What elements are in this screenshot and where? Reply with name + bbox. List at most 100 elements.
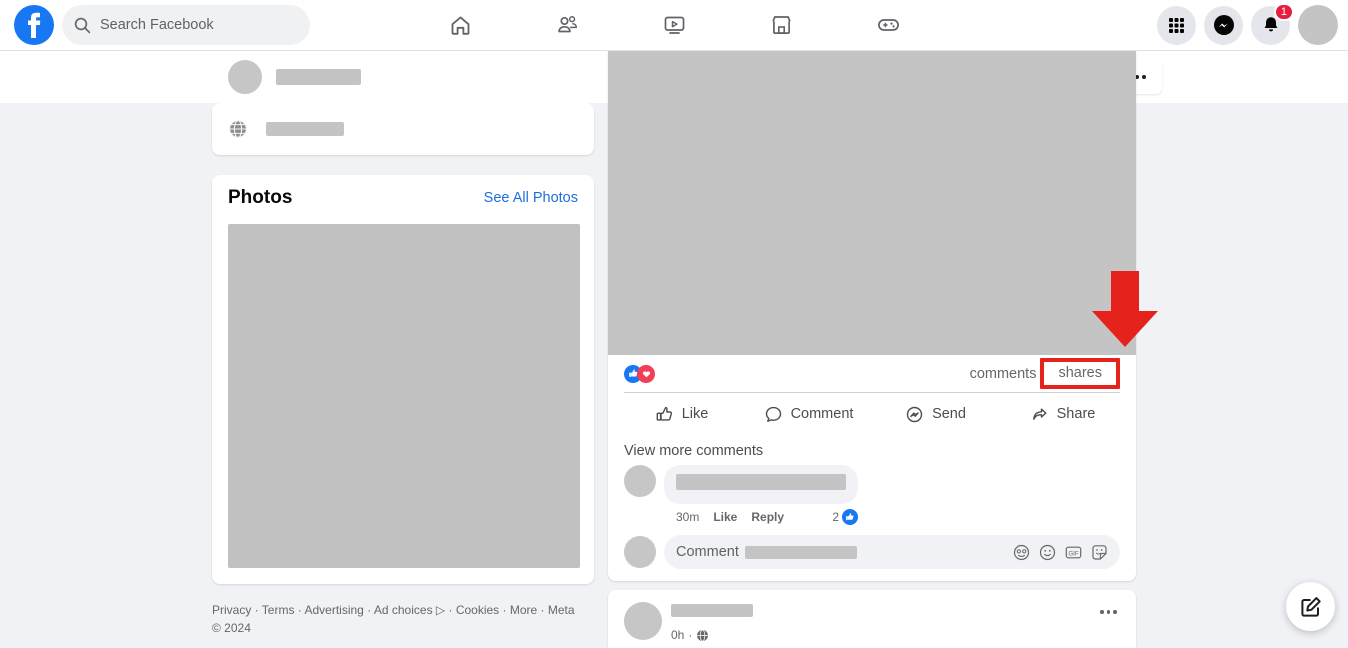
intro-card <box>212 103 594 155</box>
menu-grid-button[interactable] <box>1157 5 1196 45</box>
comment-button[interactable]: Comment <box>745 397 872 431</box>
profile-avatar[interactable] <box>228 60 262 94</box>
messenger-icon <box>1213 15 1234 35</box>
messenger-button[interactable] <box>1204 5 1243 45</box>
footer-link-more[interactable]: More <box>510 603 537 617</box>
comments-count-label[interactable]: comments <box>970 366 1037 382</box>
composer-avatar[interactable] <box>624 536 656 568</box>
next-post-header: 0h · <box>671 602 753 642</box>
photos-grid-placeholder[interactable] <box>228 224 580 568</box>
next-post-meta: 0h · <box>671 628 753 642</box>
photos-card: Photos See All Photos <box>212 175 594 584</box>
comment-author-avatar[interactable] <box>624 465 656 497</box>
next-post-timestamp[interactable]: 0h <box>671 628 684 642</box>
post-counts: comments shares <box>970 358 1120 389</box>
compose-icon <box>1300 596 1321 617</box>
footer-link-privacy[interactable]: Privacy <box>212 603 251 617</box>
comment-meta: 30m Like Reply 2 <box>664 509 858 525</box>
down-arrow-annotation <box>1092 271 1158 347</box>
search-placeholder: Search Facebook <box>100 17 214 33</box>
left-sidebar-column: Photos See All Photos Privacy · Terms · … <box>212 103 594 637</box>
search-input[interactable]: Search Facebook <box>62 5 310 45</box>
compose-button[interactable] <box>1286 582 1335 631</box>
send-icon <box>906 406 923 422</box>
footer-link-cookies[interactable]: Cookies <box>456 603 499 617</box>
nav-marketplace[interactable] <box>728 2 835 49</box>
share-arrow-icon <box>1032 408 1047 420</box>
account-controls: 1 <box>1157 2 1338 45</box>
post-card: comments shares Like Comment Send Share … <box>608 51 1136 581</box>
friends-icon <box>557 16 577 33</box>
comment-item: 30m Like Reply 2 <box>624 465 1120 525</box>
like-button[interactable]: Like <box>618 397 745 431</box>
composer-icon-group: GIF <box>1013 544 1108 561</box>
post-stats-row: comments shares <box>608 355 1136 392</box>
gif-icon[interactable]: GIF <box>1065 544 1082 561</box>
comment-text-redacted <box>676 474 846 490</box>
emoji-avatar-icon[interactable] <box>1013 544 1030 561</box>
like-reaction-icon <box>842 509 858 525</box>
home-icon <box>451 16 469 35</box>
comment-bubble-icon <box>765 406 781 422</box>
thumbs-up-icon <box>656 406 672 421</box>
footer-link-advertising[interactable]: Advertising <box>304 603 363 617</box>
site-footer-links: Privacy · Terms · Advertising · Ad choic… <box>212 603 575 635</box>
comment-timestamp: 30m <box>676 510 700 524</box>
comments-section: View more comments 30m Like Reply 2 <box>608 435 1136 525</box>
reaction-summary[interactable] <box>624 364 655 383</box>
profile-identity <box>228 60 361 94</box>
comment-like-count[interactable]: 2 <box>832 509 858 525</box>
comment-input-value-redacted <box>744 545 857 559</box>
globe-icon <box>696 628 709 642</box>
footer-link-terms[interactable]: Terms <box>262 603 295 617</box>
next-post-more-button[interactable] <box>1099 610 1119 614</box>
account-avatar[interactable] <box>1298 5 1338 45</box>
love-reaction-icon <box>637 364 655 383</box>
send-button[interactable]: Send <box>872 397 999 431</box>
photos-title: Photos <box>228 187 293 208</box>
see-all-photos-link[interactable]: See All Photos <box>484 190 578 206</box>
nav-friends[interactable] <box>514 2 621 49</box>
comment-input-label: Comment <box>676 544 739 560</box>
next-post-card: 0h · <box>608 590 1136 648</box>
post-actions-row: Like Comment Send Share <box>608 393 1136 435</box>
nav-video[interactable] <box>621 2 728 49</box>
ad-choices-icon: ▷ <box>432 603 446 617</box>
next-post-author-avatar[interactable] <box>624 602 662 640</box>
share-button-label: Share <box>1056 406 1096 422</box>
smiley-icon[interactable] <box>1039 544 1056 561</box>
grid-menu-icon <box>1169 17 1184 33</box>
profile-name-redacted <box>276 69 361 85</box>
like-button-label: Like <box>681 406 709 422</box>
comment-like-action[interactable]: Like <box>713 510 737 524</box>
comment-body: 30m Like Reply 2 <box>664 465 858 525</box>
shares-count-highlight: shares <box>1040 358 1120 389</box>
facebook-logo-icon[interactable] <box>14 5 54 45</box>
top-navigation-bar: Search Facebook 1 <box>0 0 1348 51</box>
sticker-icon[interactable] <box>1091 544 1108 561</box>
nav-gaming[interactable] <box>835 2 942 49</box>
comment-reply-action[interactable]: Reply <box>751 510 784 524</box>
notifications-button[interactable]: 1 <box>1251 2 1294 45</box>
photos-card-header: Photos See All Photos <box>228 187 578 209</box>
main-navigation-tabs <box>407 2 942 49</box>
marketplace-icon <box>771 16 791 34</box>
shares-count-label[interactable]: shares <box>1058 365 1102 381</box>
video-icon <box>664 16 684 34</box>
main-feed-column: comments shares Like Comment Send Share … <box>608 51 1136 648</box>
annotation-down-arrow <box>1090 271 1166 356</box>
comment-composer-row: Comment GIF <box>608 525 1136 581</box>
comment-input[interactable]: Comment GIF <box>664 535 1120 569</box>
footer-link-ad-choices[interactable]: Ad choices <box>374 603 433 617</box>
send-button-label: Send <box>932 406 966 422</box>
view-more-comments-link[interactable]: View more comments <box>624 439 1120 465</box>
meta-separator: · <box>688 628 693 643</box>
comment-like-count-number: 2 <box>832 510 839 524</box>
post-media-placeholder[interactable] <box>608 51 1136 355</box>
search-icon <box>74 17 91 33</box>
share-button[interactable]: Share <box>999 397 1126 431</box>
nav-home[interactable] <box>407 2 514 49</box>
page-content: Photos See All Photos Privacy · Terms · … <box>0 51 1348 648</box>
gaming-icon <box>877 19 899 31</box>
comment-bubble <box>664 465 858 504</box>
